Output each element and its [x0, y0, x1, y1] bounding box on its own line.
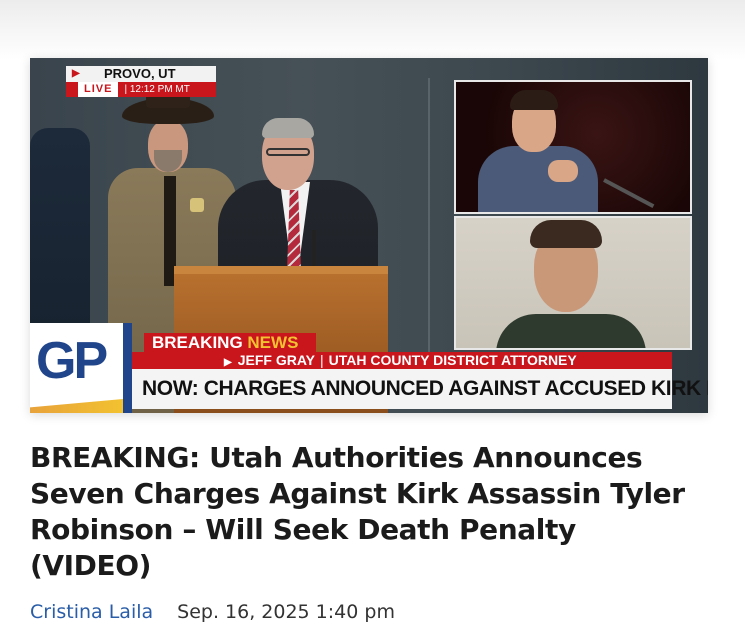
- logo-text: GP: [36, 332, 108, 390]
- da-glasses: [266, 148, 310, 156]
- arrow-icon: ▶: [224, 357, 232, 368]
- live-label: LIVE: [78, 82, 119, 97]
- article-headline[interactable]: BREAKING: Utah Authorities Announces Sev…: [30, 440, 700, 584]
- speaker-hair: [510, 90, 558, 110]
- play-triangle-icon: ▶: [72, 68, 80, 79]
- breaking-word: BREAKING: [152, 333, 243, 352]
- mugshot-hair: [530, 220, 602, 248]
- speaker-name-bar: ▶ JEFF GRAY | UTAH COUNTY DISTRICT ATTORNEY: [132, 352, 672, 369]
- podium-microphone: [312, 230, 316, 270]
- logo-stripe: [123, 323, 132, 413]
- live-bug: LIVE | 12:12 PM MT: [66, 82, 216, 97]
- video-thumbnail[interactable]: ▶ PROVO, UT LIVE | 12:12 PM MT BREAKING N…: [30, 58, 708, 413]
- sheriff-badge: [190, 198, 204, 212]
- da-hair: [262, 118, 314, 138]
- author-link[interactable]: Cristina Laila: [30, 601, 153, 623]
- chyron-text: NOW: CHARGES ANNOUNCED AGAINST ACCUSED K…: [142, 377, 708, 400]
- location-bug: ▶ PROVO, UT: [66, 66, 216, 82]
- location-text: PROVO, UT: [104, 66, 176, 81]
- chyron-bar: NOW: CHARGES ANNOUNCED AGAINST ACCUSED K…: [132, 369, 708, 409]
- name-separator: |: [319, 352, 324, 368]
- speaker-hand: [548, 160, 578, 182]
- news-word: NEWS: [247, 333, 299, 352]
- gp-logo: GP: [30, 323, 123, 413]
- byline: Cristina Laila Sep. 16, 2025 1:40 pm: [30, 601, 395, 623]
- live-time: 12:12 PM MT: [129, 84, 190, 95]
- inset-photo-mugshot: [454, 216, 692, 350]
- inset-photo-speaker: [454, 80, 692, 214]
- logo-swoosh: [30, 399, 123, 413]
- speaker-title: UTAH COUNTY DISTRICT ATTORNEY: [328, 352, 577, 368]
- breaking-news-banner: BREAKING NEWS: [144, 333, 316, 353]
- speaker-name: JEFF GRAY: [237, 352, 315, 368]
- publish-date: Sep. 16, 2025 1:40 pm: [177, 601, 395, 623]
- stage-microphone: [603, 178, 655, 209]
- mugshot-body: [496, 314, 646, 348]
- speaker-body: [478, 146, 598, 212]
